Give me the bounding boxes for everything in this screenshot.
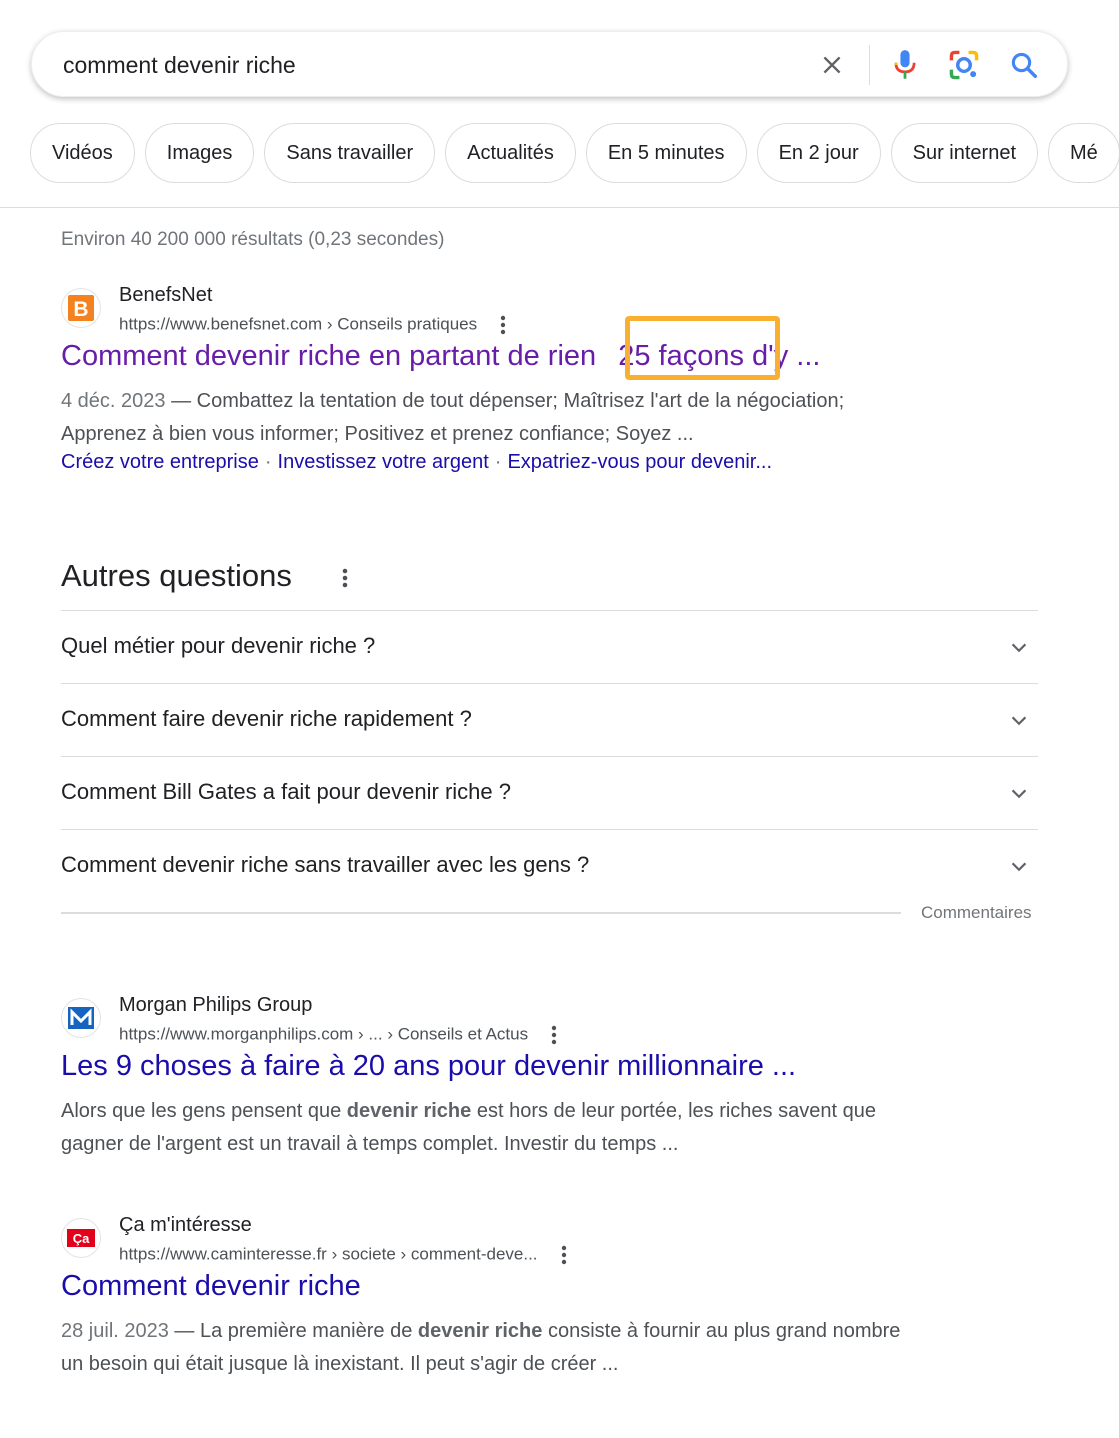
result-stats: Environ 40 200 000 résultats (0,23 secon… [61, 229, 445, 250]
chip-en-5-minutes[interactable]: En 5 minutes [585, 123, 747, 183]
result-snippet: 28 juil. 2023 — La première manière de d… [61, 1315, 961, 1381]
sitelink[interactable]: Créez votre entreprise [61, 451, 259, 473]
url-text: https://www.morganphilips.com › ... › Co… [119, 1024, 529, 1044]
question-text: Comment devenir riche sans travailler av… [61, 852, 590, 877]
sitelinks: Créez votre entreprise · Investissez votre… [61, 451, 772, 474]
site-name[interactable]: BenefsNet [119, 284, 212, 307]
snippet-text: — La première manière de [168, 1320, 418, 1342]
snippet-text: — Combattez la tentation de tout dépense… [165, 390, 845, 412]
more-options-icon[interactable] [493, 314, 513, 336]
morgan-philips-favicon [61, 998, 101, 1038]
search-result: Ça Ça m'intéresse https://www.caminteres… [61, 1214, 981, 1394]
camera-lens-icon[interactable] [948, 49, 980, 81]
benefsnet-favicon: B [61, 288, 101, 328]
caminteresse-favicon: Ça [61, 1218, 101, 1258]
title-text: Comment devenir riche en partant de rien [61, 340, 605, 372]
search-result: Morgan Philips Group https://www.morganp… [61, 994, 981, 1174]
site-url[interactable]: https://www.caminteresse.fr › societe › … [119, 1244, 574, 1266]
more-options-icon[interactable] [554, 1244, 574, 1266]
feedback-link[interactable]: Commentaires [921, 903, 1032, 923]
paa-divider [61, 912, 901, 914]
question-text: Comment Bill Gates a fait pour devenir r… [61, 779, 511, 804]
favicon-letter: Ça [73, 1231, 90, 1246]
paa-list: Quel métier pour devenir riche ? Comment… [61, 610, 1038, 902]
result-title-link[interactable]: Comment devenir riche [61, 1270, 361, 1303]
chip-en-2-jour[interactable]: En 2 jour [756, 123, 881, 183]
search-result: B BenefsNet https://www.benefsnet.com › … [61, 284, 981, 494]
title-text-end: d'y ... [744, 340, 821, 372]
chip-sans-travailler[interactable]: Sans travailler [264, 123, 436, 183]
search-divider [869, 45, 870, 85]
sitelink[interactable]: Investissez votre argent [278, 451, 489, 473]
sitelink[interactable]: Expatriez-vous pour devenir... [507, 451, 772, 473]
chip-images[interactable]: Images [144, 123, 255, 183]
result-snippet: 4 déc. 2023 — Combattez la tentation de … [61, 385, 961, 451]
filter-chips: Vidéos Images Sans travailler Actualités En … [30, 123, 1119, 183]
question-text: Quel métier pour devenir riche ? [61, 633, 376, 658]
site-url[interactable]: https://www.morganphilips.com › ... › Co… [119, 1024, 564, 1046]
snippet-text: est hors de leur portée, les riches save… [471, 1100, 876, 1122]
more-options-icon[interactable] [544, 1024, 564, 1046]
paa-question[interactable]: Quel métier pour devenir riche ? [61, 610, 1038, 683]
chevron-down-icon [1011, 716, 1027, 726]
snippet-text-line2: gagner de l'argent est un travail à temp… [61, 1133, 679, 1155]
separator: · [494, 451, 502, 473]
url-text: https://www.caminteresse.fr › societe › … [119, 1244, 538, 1264]
header-divider [0, 207, 1119, 208]
search-icon[interactable] [1008, 49, 1040, 81]
url-text: https://www.benefsnet.com › Conseils pra… [119, 314, 478, 334]
snippet-bold: devenir riche [346, 1100, 472, 1122]
snippet-text: consiste à fournir au plus grand nombre [542, 1320, 901, 1342]
clear-icon[interactable] [816, 49, 848, 81]
chip-actualites[interactable]: Actualités [445, 123, 576, 183]
site-name[interactable]: Morgan Philips Group [119, 994, 312, 1017]
title-highlight-text: 25 façons [618, 340, 744, 372]
site-url[interactable]: https://www.benefsnet.com › Conseils pra… [119, 314, 513, 336]
question-text: Comment faire devenir riche rapidement ? [61, 706, 472, 731]
more-options-icon[interactable] [335, 566, 355, 590]
chip-sur-internet[interactable]: Sur internet [890, 123, 1039, 183]
result-title-link[interactable]: Comment devenir riche en partant de rien… [61, 316, 821, 380]
search-box[interactable]: comment devenir riche [31, 31, 1068, 97]
paa-question[interactable]: Comment faire devenir riche rapidement ? [61, 683, 1038, 756]
result-title-link[interactable]: Les 9 choses à faire à 20 ans pour deven… [61, 1050, 796, 1083]
result-date: 28 juil. 2023 [61, 1320, 169, 1342]
snippet-text: Alors que les gens pensent que [61, 1100, 347, 1122]
favicon-letter: B [73, 298, 88, 321]
chip-more[interactable]: Mé [1048, 123, 1119, 183]
paa-title: Autres questions [61, 558, 292, 593]
microphone-icon[interactable] [889, 49, 921, 81]
result-snippet: Alors que les gens pensent que devenir r… [61, 1095, 961, 1161]
snippet-text-line2: Apprenez à bien vous informer; Positivez… [61, 423, 694, 445]
paa-question[interactable]: Comment devenir riche sans travailler av… [61, 829, 1038, 902]
chevron-down-icon [1011, 643, 1027, 653]
chevron-down-icon [1011, 862, 1027, 872]
separator: · [264, 451, 272, 473]
snippet-text-line2: un besoin qui était jusque là inexistant… [61, 1353, 619, 1375]
paa-question[interactable]: Comment Bill Gates a fait pour devenir r… [61, 756, 1038, 829]
search-input[interactable]: comment devenir riche [63, 52, 296, 79]
snippet-bold: devenir riche [417, 1320, 543, 1342]
chip-videos[interactable]: Vidéos [30, 123, 135, 183]
site-name[interactable]: Ça m'intéresse [119, 1214, 252, 1237]
result-date: 4 déc. 2023 [61, 390, 166, 412]
chevron-down-icon [1011, 789, 1027, 799]
